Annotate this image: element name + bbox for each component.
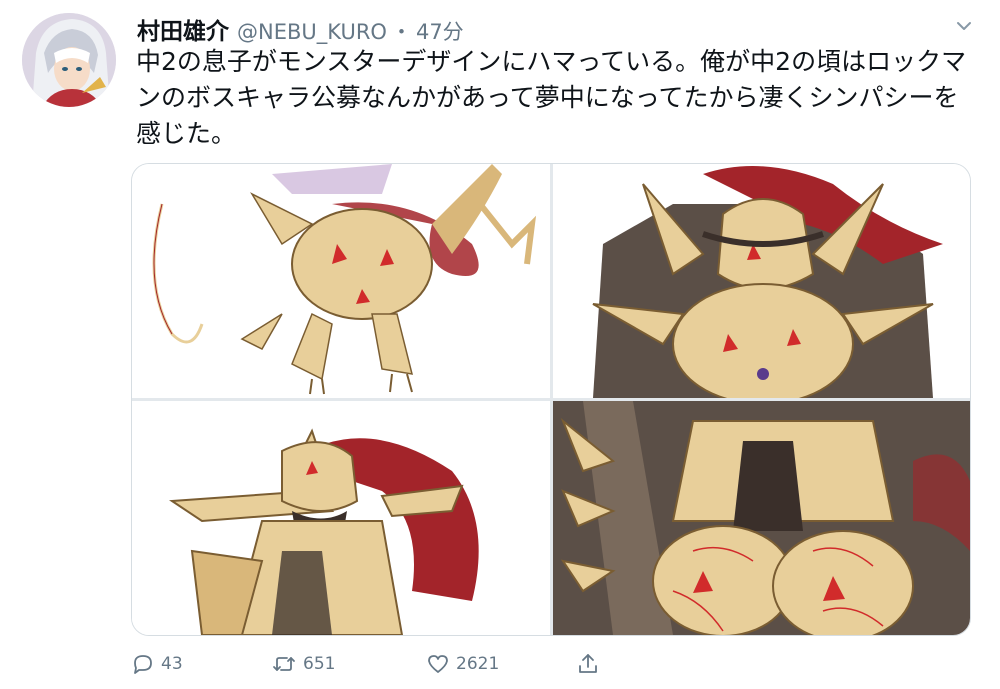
avatar-image bbox=[22, 13, 116, 107]
heart-icon bbox=[426, 652, 450, 676]
user-handle[interactable]: @NEBU_KURO bbox=[237, 20, 387, 44]
tweet-header: 村田雄介 @NEBU_KURO ・ 47分 bbox=[137, 12, 464, 46]
share-button[interactable] bbox=[576, 648, 600, 680]
media-grid bbox=[131, 163, 971, 636]
retweet-button[interactable]: 651 bbox=[271, 648, 335, 680]
display-name[interactable]: 村田雄介 bbox=[137, 12, 229, 46]
timestamp[interactable]: 47分 bbox=[416, 16, 464, 46]
reply-icon bbox=[131, 652, 155, 676]
tweet-text: 中2の息子がモンスターデザインにハマっている。俺が中2の頃はロックマンのボスキャ… bbox=[136, 47, 967, 148]
share-icon bbox=[576, 652, 600, 676]
avatar[interactable] bbox=[22, 13, 116, 107]
retweet-count: 651 bbox=[303, 654, 336, 674]
reply-count: 43 bbox=[161, 654, 183, 674]
tweet-actions: 43 651 2621 bbox=[131, 648, 691, 680]
media-image-3[interactable] bbox=[132, 401, 550, 635]
media-image-4[interactable] bbox=[553, 401, 970, 635]
tweet-card[interactable]: 村田雄介 @NEBU_KURO ・ 47分 中2の息子がモンスターデザインにハマ… bbox=[0, 0, 1000, 689]
reply-button[interactable]: 43 bbox=[131, 648, 183, 680]
like-button[interactable]: 2621 bbox=[426, 648, 499, 680]
separator-dot: ・ bbox=[390, 20, 412, 44]
media-image-2[interactable] bbox=[553, 164, 970, 398]
media-image-1[interactable] bbox=[132, 164, 550, 398]
retweet-icon bbox=[271, 652, 297, 676]
chevron-down-icon[interactable] bbox=[952, 14, 976, 38]
like-count: 2621 bbox=[456, 654, 500, 674]
